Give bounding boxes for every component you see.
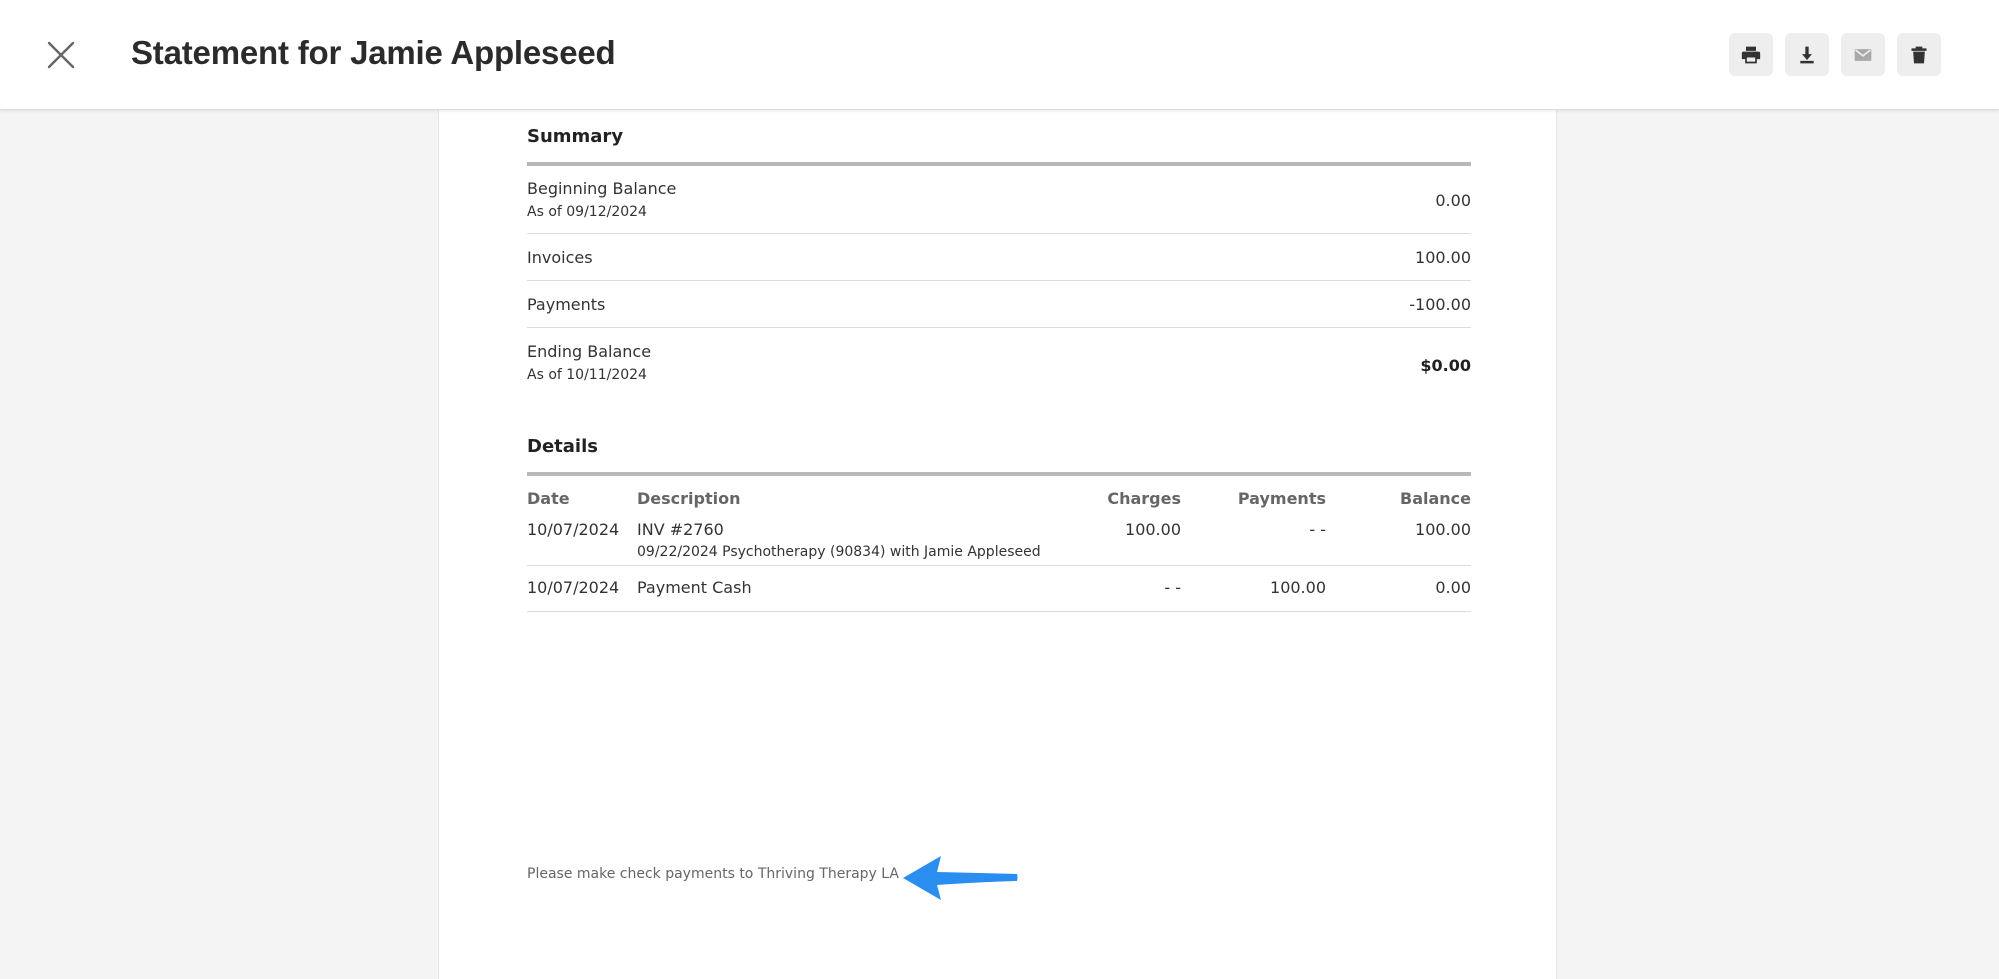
summary-sub-date: As of 10/11/2024 (527, 367, 647, 383)
summary-row-ending-balance: Ending Balance As of 10/11/2024 $0.00 (527, 328, 1471, 394)
summary-row-beginning-balance: Beginning Balance As of 09/12/2024 0.00 (527, 166, 1471, 234)
details-title: Details (527, 436, 598, 457)
summary-sub-date: As of 09/12/2024 (527, 204, 647, 220)
row-payments: 100.00 (1270, 578, 1326, 597)
footer-payment-note: Please make check payments to Thriving T… (527, 866, 899, 882)
row-balance: 100.00 (1415, 520, 1471, 539)
close-icon (47, 41, 75, 69)
summary-row-invoices: Invoices 100.00 (527, 234, 1471, 281)
print-button[interactable] (1729, 33, 1773, 76)
column-header-charges: Charges (1107, 489, 1181, 508)
column-header-description: Description (637, 489, 741, 508)
delete-button[interactable] (1897, 33, 1941, 76)
details-section: Details Date Description Charges Payment… (527, 436, 1471, 612)
summary-section: Summary Beginning Balance As of 09/12/20… (527, 126, 1471, 394)
row-description: Payment Cash (637, 578, 752, 597)
email-button[interactable] (1841, 33, 1885, 76)
statement-document: Summary Beginning Balance As of 09/12/20… (438, 110, 1557, 979)
summary-row-payments: Payments -100.00 (527, 281, 1471, 328)
row-description: INV #2760 (637, 520, 724, 539)
summary-label: Beginning Balance (527, 179, 677, 198)
statement-header: Statement for Jamie Appleseed (0, 0, 1999, 110)
row-date: 10/07/2024 (527, 520, 620, 539)
download-icon (1800, 46, 1814, 63)
summary-value: 100.00 (1415, 248, 1471, 267)
trash-icon (1911, 46, 1927, 63)
column-header-date: Date (527, 489, 570, 508)
summary-label: Ending Balance (527, 342, 652, 361)
row-charges: 100.00 (1125, 520, 1181, 539)
annotation-arrow-icon (903, 856, 1018, 900)
row-date: 10/07/2024 (527, 578, 620, 597)
ending-balance-value: $0.00 (1420, 356, 1471, 375)
page-title: Statement for Jamie Appleseed (131, 34, 616, 71)
row-sub-description: 09/22/2024 Psychotherapy (90834) with Ja… (637, 544, 1041, 560)
details-header-row: Date Description Charges Payments Balanc… (527, 476, 1471, 508)
row-charges: - - (1164, 578, 1181, 597)
close-button[interactable] (44, 38, 78, 72)
column-header-payments: Payments (1237, 489, 1326, 508)
table-row: 10/07/2024 Payment Cash - - 100.00 0.00 (527, 566, 1471, 612)
row-balance: 0.00 (1435, 578, 1471, 597)
summary-title: Summary (527, 126, 624, 147)
download-button[interactable] (1785, 33, 1829, 76)
summary-value: 0.00 (1435, 191, 1471, 210)
summary-label: Payments (527, 295, 606, 314)
column-header-balance: Balance (1400, 489, 1471, 508)
table-row: 10/07/2024 INV #2760 09/22/2024 Psychoth… (527, 508, 1471, 566)
mail-icon (1854, 48, 1872, 61)
summary-value: -100.00 (1409, 295, 1471, 314)
summary-label: Invoices (527, 248, 593, 267)
row-payments: - - (1309, 520, 1326, 539)
print-icon (1741, 46, 1761, 63)
